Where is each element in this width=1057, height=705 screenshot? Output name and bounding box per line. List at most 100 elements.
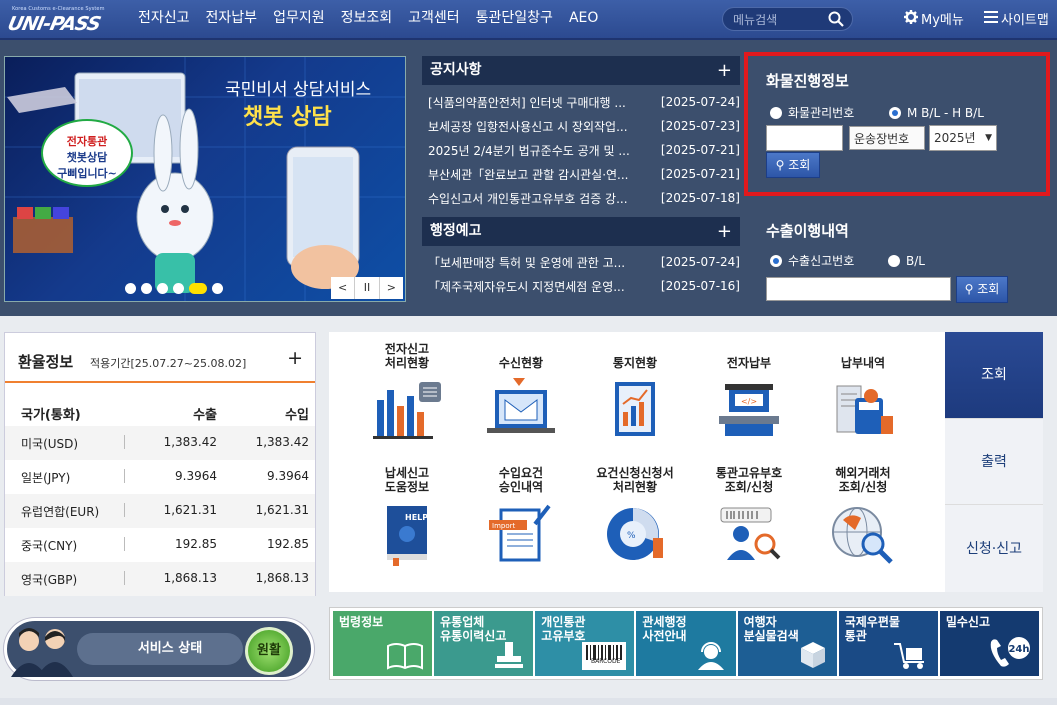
- notice-item-title: 부산세관「완료보고 관할 감시관실·연...: [428, 167, 629, 182]
- nav-item-single-window[interactable]: 통관단일창구: [468, 0, 561, 36]
- chatbot-banner[interactable]: 국민비서 상담서비스 챗봇 상담 전자통관 챗봇상담 구삐입니다~ < II >: [4, 56, 406, 302]
- nav-item-aeo[interactable]: AEO: [561, 0, 606, 36]
- service-label-line2: 도움정보: [384, 480, 430, 494]
- menu-search-input[interactable]: [733, 11, 825, 29]
- cargo-radio-mgmt-no[interactable]: 화물관리번호: [770, 102, 854, 121]
- notice-item[interactable]: [식품의약품안전처] 인터넷 구매대행 ... [2025-07-24]: [422, 90, 740, 114]
- rate-title: 환율정보: [18, 353, 74, 371]
- rate-country: 중국(CNY): [21, 539, 78, 553]
- my-menu-button[interactable]: My메뉴: [904, 9, 964, 28]
- export-radio-decl-no[interactable]: 수출신고번호: [770, 250, 854, 269]
- export-number-input[interactable]: [766, 277, 951, 301]
- service-label-line2: 조회/신청: [838, 480, 888, 494]
- cargo-tracking-panel: 화물진행정보 화물관리번호 M B/L - H B/L 2025년 ▼ ⚲ 조회: [744, 52, 1050, 196]
- rate-import: 1,621.31: [255, 503, 309, 517]
- tab-apply-report[interactable]: 신청·신고: [945, 504, 1043, 592]
- carousel-dot[interactable]: [157, 283, 168, 294]
- service-payment-history[interactable]: 납부내역: [807, 340, 919, 446]
- carousel-prev-button[interactable]: <: [331, 277, 356, 299]
- receipt-calculator-icon: [836, 385, 893, 434]
- carousel-dot[interactable]: [141, 283, 152, 294]
- sitemap-label: 사이트맵: [1001, 13, 1049, 28]
- quick-link-label: 유통업체: [440, 615, 485, 629]
- carousel-dot[interactable]: [173, 283, 184, 294]
- quick-link-personal-code[interactable]: 개인통관 고유부호 BARCODE: [535, 611, 635, 676]
- service-label-line1: 요건신청신청서: [596, 466, 674, 480]
- export-search-button[interactable]: ⚲ 조회: [956, 276, 1008, 303]
- rate-country: 영국(GBP): [21, 573, 78, 587]
- nav-item-e-filing[interactable]: 전자신고: [130, 0, 198, 36]
- service-label: 해외거래처 조회/신청: [807, 464, 919, 494]
- carousel-dot[interactable]: [125, 283, 136, 294]
- nav-item-business-support[interactable]: 업무지원: [265, 0, 333, 36]
- cargo-hbl-input[interactable]: [849, 126, 925, 150]
- divider: [124, 469, 125, 483]
- tab-pointer: [936, 368, 945, 386]
- tab-lookup[interactable]: 조회: [936, 332, 1043, 418]
- nav-item-customer-center[interactable]: 고객센터: [400, 0, 468, 36]
- cargo-mbl-input[interactable]: [766, 125, 843, 151]
- phone-24h-icon: 24h: [990, 637, 1030, 667]
- tab-print[interactable]: 출력: [945, 418, 1043, 504]
- radio-label: B/L: [906, 253, 925, 268]
- svg-text:Import: Import: [492, 522, 515, 530]
- service-label-line2: 처리현황: [384, 356, 430, 370]
- import-document-icon: Import: [489, 504, 551, 562]
- service-e-payment[interactable]: 전자납부 </>: [693, 340, 805, 446]
- carousel-next-button[interactable]: >: [380, 277, 403, 299]
- quick-link-distribution[interactable]: 유통업체 유통이력신고: [434, 611, 534, 676]
- admin-notice-item[interactable]: 「보세판매장 특허 및 운영에 관한 고... [2025-07-24]: [422, 250, 740, 274]
- rate-column-headers: 국가(통화) 수출 수입: [5, 395, 315, 423]
- service-label-line2: 납부내역: [840, 356, 886, 370]
- service-label-line2: 승인내역: [498, 480, 544, 494]
- carousel-dots: [125, 283, 223, 294]
- service-customs-code[interactable]: 통관고유부호 조회/신청: [693, 464, 805, 570]
- tab-label: 조회: [981, 367, 1007, 383]
- col-country: 국가(통화): [21, 408, 81, 423]
- search-button-label: 조회: [788, 158, 811, 172]
- quick-link-customs-guide[interactable]: 관세행정 사전안내: [636, 611, 736, 676]
- carousel-dot[interactable]: [212, 283, 223, 294]
- service-tax-help[interactable]: 납세신고 도움정보 HELP: [351, 464, 463, 570]
- quick-link-law-info[interactable]: 법령정보: [333, 611, 433, 676]
- admin-notice-more-button[interactable]: +: [717, 217, 732, 246]
- notice-item[interactable]: 부산세관「완료보고 관할 감시관실·연... [2025-07-21]: [422, 162, 740, 186]
- cargo-search-button[interactable]: ⚲ 조회: [766, 152, 820, 178]
- service-label-line1: 전자신고: [384, 342, 430, 356]
- nav-item-e-payment[interactable]: 전자납부: [198, 0, 266, 36]
- rate-export: 1,383.42: [163, 435, 217, 449]
- service-notice-status[interactable]: 통지현황: [579, 340, 691, 446]
- carousel-pause-button[interactable]: II: [355, 277, 380, 299]
- service-e-filing-status[interactable]: 전자신고 처리현황: [351, 340, 463, 446]
- service-label-line2: 수신현황: [498, 356, 544, 370]
- service-overseas-partner[interactable]: 해외거래처 조회/신청: [807, 464, 919, 570]
- box-icon: [800, 642, 825, 668]
- quick-links-bar: 법령정보 유통업체 유통이력신고 개인통관 고유부호 BARCODE 관세행정 …: [329, 607, 1043, 680]
- carousel-dot-active[interactable]: [189, 283, 207, 294]
- search-icon[interactable]: [828, 11, 844, 31]
- quick-link-label: 법령정보: [339, 615, 384, 629]
- admin-notice-item[interactable]: 「제주국제자유도시 지정면세점 운영... [2025-07-16]: [422, 274, 740, 298]
- service-label-line1: 납세신고: [384, 466, 430, 480]
- notice-item[interactable]: 2025년 2/4분기 법규준수도 공개 및 ... [2025-07-21]: [422, 138, 740, 162]
- quick-link-lost-found[interactable]: 여행자 분실물검색: [737, 611, 837, 676]
- notice-more-button[interactable]: +: [717, 56, 732, 85]
- export-radio-bl[interactable]: B/L: [888, 250, 925, 269]
- quick-link-smuggling-report[interactable]: 밀수신고 24h: [939, 611, 1039, 676]
- sitemap-button[interactable]: 사이트맵: [984, 9, 1049, 28]
- notice-item-date: [2025-07-21]: [660, 167, 740, 181]
- exchange-rate-panel: 환율정보 적용기간[25.07.27~25.08.02] + 국가(통화) 수출…: [4, 332, 316, 596]
- quick-link-intl-mail[interactable]: 국제우편물 통관: [838, 611, 938, 676]
- service-import-approval[interactable]: 수입요건 승인내역 Import: [465, 464, 577, 570]
- nav-item-info-lookup[interactable]: 정보조회: [333, 0, 401, 36]
- notice-item[interactable]: 보세공장 입항전사용신고 시 장외작업... [2025-07-23]: [422, 114, 740, 138]
- service-requirement-status[interactable]: 요건신청신청서 처리현황 %: [579, 464, 691, 570]
- unipass-logo[interactable]: Korea Customs e-Clearance System UNI-PAS…: [6, 4, 126, 38]
- cargo-year-select[interactable]: 2025년 ▼: [929, 125, 997, 151]
- service-receive-status[interactable]: 수신현황: [465, 340, 577, 446]
- notice-item[interactable]: 수입신고서 개인통관고유부호 검증 강... [2025-07-18]: [422, 186, 740, 210]
- cargo-radio-bl[interactable]: M B/L - H B/L: [889, 102, 984, 121]
- rate-country: 일본(JPY): [21, 471, 71, 485]
- my-menu-label: My메뉴: [921, 13, 964, 28]
- rate-more-button[interactable]: +: [287, 347, 303, 369]
